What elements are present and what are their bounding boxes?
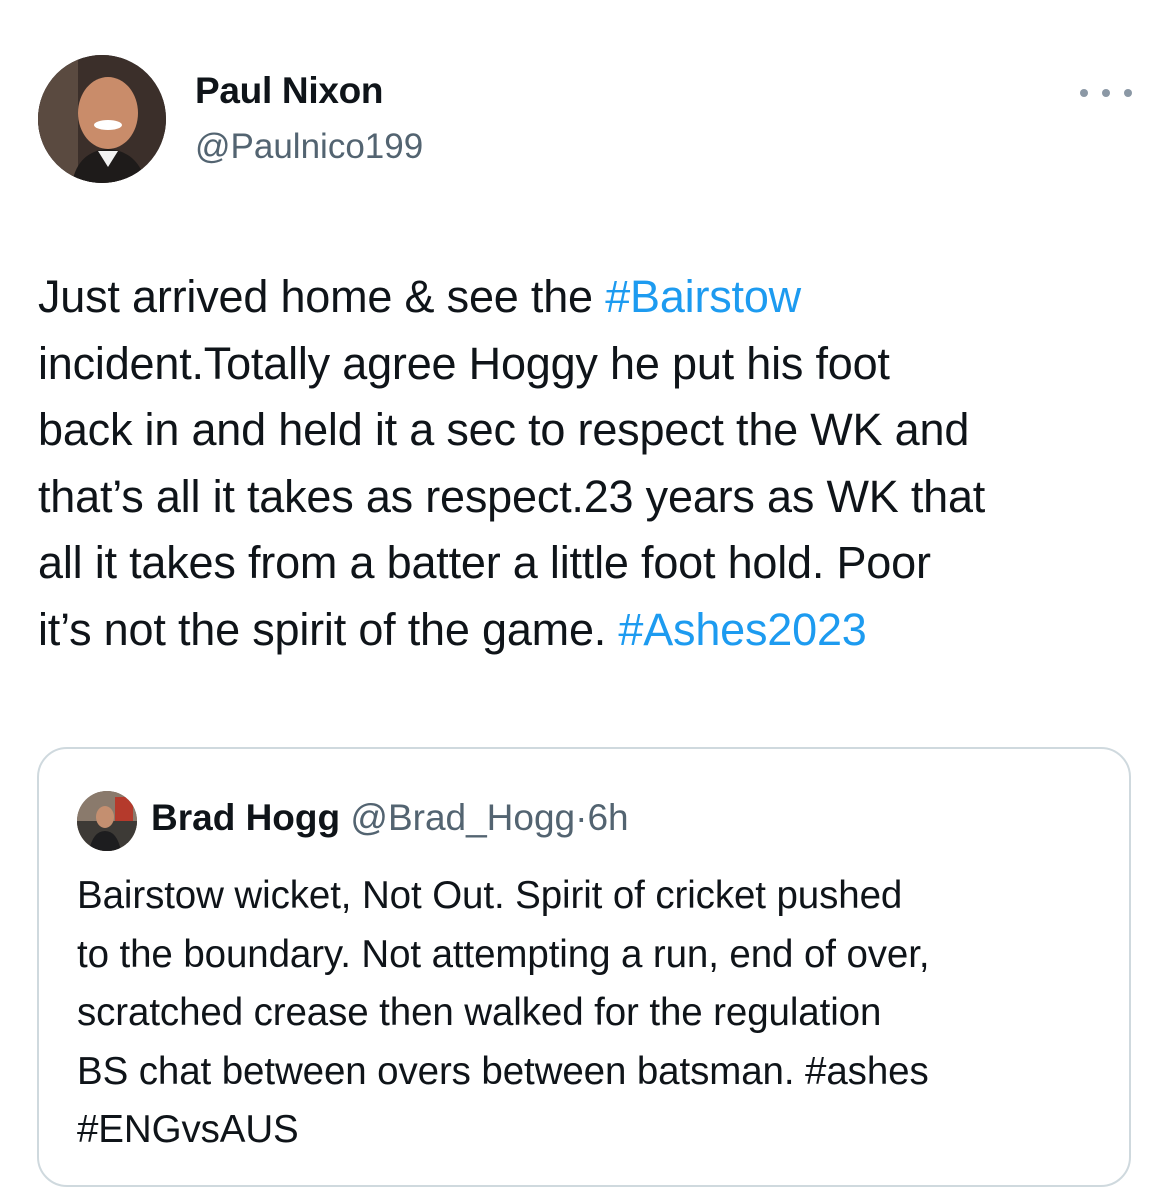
hashtag-link[interactable]: #ENGvsAUS [77, 1108, 299, 1151]
quote-line: Bairstow wicket, Not Out. Spirit of cric… [77, 874, 903, 917]
tweet-line: back in and held it a sec to respect the… [38, 404, 970, 455]
quoted-tweet-time[interactable]: 6h [587, 797, 628, 838]
tweet-line: it’s not the spirit of the game. #Ashes2… [38, 603, 867, 655]
tweet-line: Just arrived home & see the #Bairstow [38, 271, 801, 322]
hashtag-link[interactable]: #ashes [805, 1050, 929, 1093]
quoted-author-name[interactable]: Brad Hogg [151, 797, 340, 838]
quoted-tweet-text: Bairstow wicket, Not Out. Spirit of cric… [77, 867, 1117, 1160]
tweet-line: that’s all it takes as respect.23 years … [38, 470, 986, 522]
tweet-line: all it takes from a batter a little foot… [38, 537, 931, 588]
quoted-tweet-card[interactable]: Brad Hogg @Brad_Hogg·6h Bairstow wicket,… [37, 747, 1131, 1187]
author-avatar[interactable] [38, 55, 166, 183]
tweet-line: incident.Totally agree Hoggy he put his … [38, 337, 890, 389]
quoted-tweet-header: Brad Hogg @Brad_Hogg·6h [151, 797, 629, 839]
hashtag-link[interactable]: #Ashes2023 [618, 604, 866, 655]
tweet-text: Just arrived home & see the #Bairstow in… [38, 264, 1138, 663]
quoted-author-avatar[interactable] [77, 791, 137, 851]
quoted-author-handle[interactable]: @Brad_Hogg [350, 797, 575, 838]
quote-line: to the boundary. Not attempting a run, e… [77, 932, 930, 976]
more-options-button[interactable] [1080, 78, 1132, 108]
time-separator: · [575, 797, 588, 838]
hashtag-link[interactable]: #Bairstow [605, 271, 801, 322]
quote-line: scratched crease then walked for the reg… [77, 991, 882, 1034]
ellipsis-icon [1080, 89, 1088, 97]
author-handle[interactable]: @Paulnico199 [195, 127, 423, 167]
quote-line: #ENGvsAUS [77, 1101, 1117, 1160]
author-name[interactable]: Paul Nixon [195, 70, 384, 112]
quote-line: BS chat between overs between batsman. #… [77, 1049, 929, 1093]
